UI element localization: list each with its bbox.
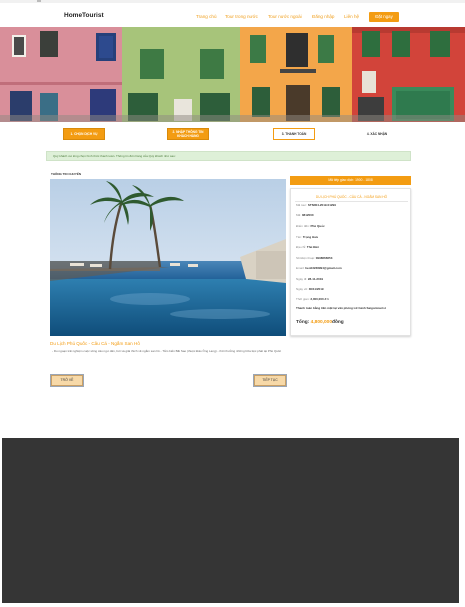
tour-name[interactable]: Du Lịch Phú Quốc - Câu Cá - Ngắm San Hô — [50, 341, 140, 346]
row-departure-date: Ngày đi: 28-11-2019 — [296, 277, 324, 281]
back-button[interactable]: TRỞ VỀ — [50, 374, 84, 387]
hero-banner-image — [0, 27, 465, 122]
row-phone: Số Điện thoại: 0938666653 — [296, 256, 333, 260]
nav-home[interactable]: Trang chủ — [196, 14, 217, 19]
row-address: Địa chỉ: Thủ Đức — [296, 245, 320, 249]
row-code: Mã: 0812000 — [296, 213, 314, 217]
row-email: Email: heo03238994@gmail.com — [296, 266, 342, 270]
step-customer-info[interactable]: 2. NHẬP THÔNG TIN KHÁCH HÀNG — [167, 128, 209, 140]
booking-summary-card: DU LỊCH PHÚ QUỐC - CÂU CÁ - NGẮM SAN HÔ … — [290, 188, 411, 336]
book-now-button[interactable]: Đặt ngay — [369, 12, 399, 22]
continue-button[interactable]: TIẾP TỤC — [253, 374, 287, 387]
nav-domestic-tours[interactable]: Tour trong nước — [225, 14, 258, 19]
page: HomeTourist Trang chủ Tour trong nước To… — [0, 0, 465, 607]
site-logo[interactable]: HomeTourist — [64, 12, 104, 19]
site-header: HomeTourist Trang chủ Tour trong nước To… — [0, 3, 465, 28]
nav-contact[interactable]: Liên hệ — [344, 14, 359, 19]
tour-photo — [50, 179, 286, 336]
row-name: Tên: Trọng Hưu — [296, 235, 319, 239]
site-footer — [2, 438, 459, 603]
row-return-date: Ngày về: 30/11/2019 — [296, 287, 324, 291]
step-confirm[interactable]: 4. XÁC NHẬN — [356, 128, 398, 140]
row-destination: Điểm đến: Phú Quốc — [296, 224, 325, 228]
total-price: Tổng: 4,800,000đồng — [296, 320, 344, 325]
row-time: Thời gian: 3,000,000 đ 1 — [296, 297, 329, 301]
step-payment[interactable]: 3. THANH TOÁN — [273, 128, 315, 140]
row-tour-code: Mã tour: STN004-2019-01299 — [296, 203, 336, 207]
payment-method-note: Thanh toán bằng tiền mặt tại văn phòng L… — [296, 306, 386, 310]
divider — [295, 201, 408, 202]
nav-login[interactable]: Đăng nhập — [312, 14, 334, 19]
booking-tour-title: DU LỊCH PHÚ QUỐC - CÂU CÁ - NGẮM SAN HÔ — [315, 195, 388, 199]
payment-notice: Quý khách vui lòng chọn hình thức thanh … — [46, 151, 411, 161]
step-choose-service[interactable]: 1. CHỌN DỊCH VỤ — [63, 128, 105, 140]
tour-section-title: THÔNG TIN CHUYẾN — [51, 172, 81, 176]
tour-description: - Du ngoạn trải nghiệm cuộc sống câu ngư… — [52, 349, 282, 353]
nav-international-tours[interactable]: Tour nước ngoài — [268, 14, 302, 19]
booking-hotline-bar: Mã tiếp giao dịch: 1900 - 1808 — [290, 176, 411, 185]
